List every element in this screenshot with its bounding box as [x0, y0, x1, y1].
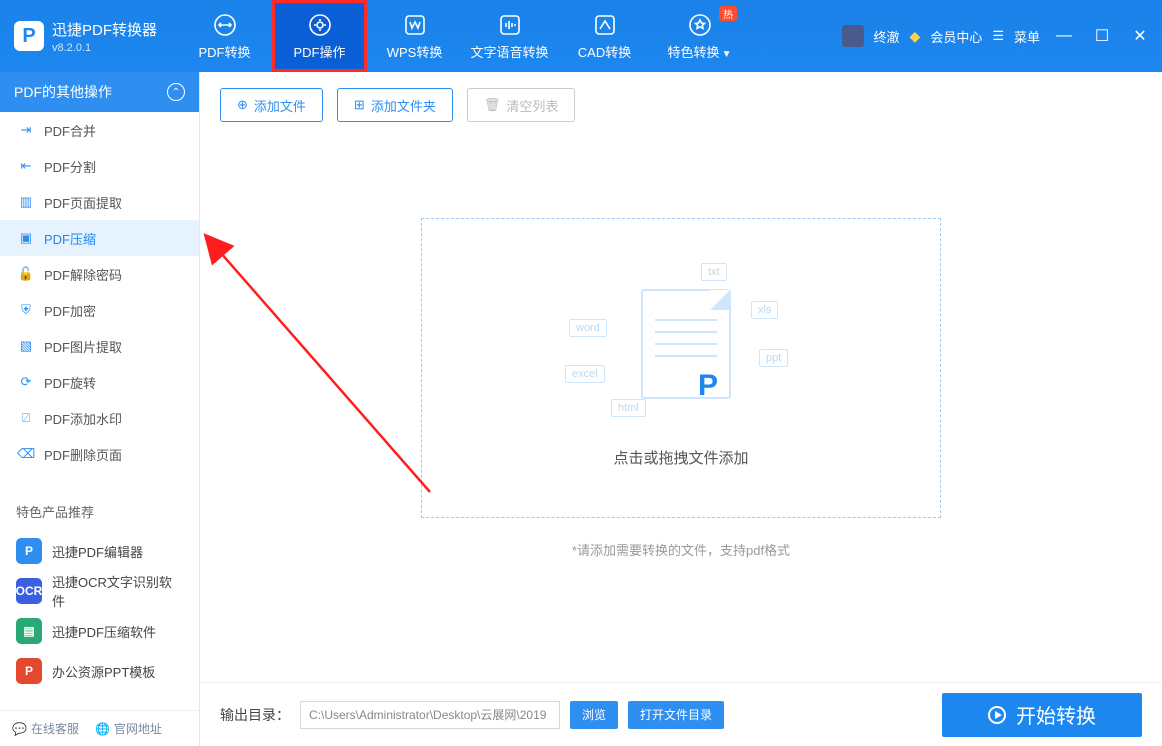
hot-badge: 热 — [719, 6, 737, 21]
drop-zone[interactable]: txt word excel html xls ppt P 点击或拖拽文件添加 — [421, 218, 941, 518]
plus-folder-icon: ⊞ — [354, 97, 365, 113]
sidebar-item-split[interactable]: ⇤PDF分割 — [0, 148, 199, 184]
sidebar-footer: 💬 在线客服 🌐 官网地址 — [0, 710, 199, 746]
pdf-editor-icon: P — [16, 538, 42, 564]
minimize-button[interactable]: ― — [1050, 22, 1078, 50]
plus-file-icon: ⊕ — [237, 97, 248, 113]
extract-icon: ▥ — [18, 194, 34, 210]
dropzone-hint: *请添加需要转换的文件，支持pdf格式 — [572, 540, 790, 559]
sidebar-item-encrypt[interactable]: ⛨PDF加密 — [0, 292, 199, 328]
diamond-icon: ◆ — [910, 28, 921, 45]
promo-compress[interactable]: ▤迅捷PDF压缩软件 — [0, 611, 199, 651]
clear-list-button[interactable]: 🗑清空列表 — [467, 88, 576, 122]
chevron-down-icon: ▼ — [722, 49, 732, 60]
sidebar-item-extract-image[interactable]: ▧PDF图片提取 — [0, 328, 199, 364]
tab-pdf-operate[interactable]: PDF操作 — [272, 0, 367, 72]
p-logo-icon: P — [689, 367, 727, 405]
tab-wps-convert[interactable]: WPS转换 — [367, 0, 462, 72]
nav-tabs: PDF转换 PDF操作 WPS转换 文字语音转换 CAD转换 热 特色转换▼ — [177, 0, 747, 72]
tab-cad-convert[interactable]: CAD转换 — [557, 0, 652, 72]
sidebar-item-unlock[interactable]: 🔓PDF解除密码 — [0, 256, 199, 292]
tab-special-convert[interactable]: 热 特色转换▼ — [652, 0, 747, 72]
dropzone-text: 点击或拖拽文件添加 — [613, 447, 748, 468]
sidebar-item-merge[interactable]: ⇥PDF合并 — [0, 112, 199, 148]
compress-icon: ▣ — [18, 230, 34, 246]
add-folder-button[interactable]: ⊞添加文件夹 — [337, 88, 453, 122]
zip-icon: ▤ — [16, 618, 42, 644]
delete-page-icon: ⌫ — [18, 446, 34, 462]
word-tag: word — [569, 319, 607, 337]
sidebar-item-delete-page[interactable]: ⌫PDF删除页面 — [0, 436, 199, 472]
cad-icon — [592, 12, 618, 38]
app-logo-icon: P — [14, 21, 44, 51]
user-avatar[interactable] — [842, 25, 864, 47]
promo-ppt[interactable]: P办公资源PPT模板 — [0, 651, 199, 691]
add-file-button[interactable]: ⊕添加文件 — [220, 88, 323, 122]
promo-block: 特色产品推荐 P迅捷PDF编辑器 OCR迅捷OCR文字识别软件 ▤迅捷PDF压缩… — [0, 502, 199, 691]
html-tag: html — [611, 399, 646, 417]
image-icon: ▧ — [18, 338, 34, 354]
browse-button[interactable]: 浏览 — [570, 701, 618, 729]
split-icon: ⇤ — [18, 158, 34, 174]
app-header: P 迅捷PDF转换器 v8.2.0.1 PDF转换 PDF操作 WPS转换 文字… — [0, 0, 1162, 72]
promo-pdf-editor[interactable]: P迅捷PDF编辑器 — [0, 531, 199, 571]
vip-center-link[interactable]: 会员中心 — [930, 27, 982, 46]
trash-icon: 🗑 — [484, 97, 501, 113]
xls-tag: xls — [751, 301, 778, 319]
play-icon — [988, 706, 1006, 724]
username[interactable]: 终澈 — [874, 27, 900, 46]
txt-tag: txt — [701, 263, 727, 281]
sidebar-item-extract-page[interactable]: ▥PDF页面提取 — [0, 184, 199, 220]
excel-tag: excel — [565, 365, 605, 383]
gear-icon — [307, 12, 333, 38]
maximize-button[interactable]: ☐ — [1088, 22, 1116, 50]
sidebar-item-watermark[interactable]: ⍁PDF添加水印 — [0, 400, 199, 436]
unlock-icon: 🔓 — [18, 266, 34, 282]
promo-title: 特色产品推荐 — [0, 502, 199, 531]
tab-pdf-convert[interactable]: PDF转换 — [177, 0, 272, 72]
menu-link[interactable]: 菜单 — [1014, 27, 1040, 46]
merge-icon: ⇥ — [18, 122, 34, 138]
sidebar-header[interactable]: PDF的其他操作 ⌃ — [0, 72, 199, 112]
shield-icon: ⛨ — [18, 302, 34, 318]
close-button[interactable]: ✕ — [1126, 22, 1154, 50]
online-service-link[interactable]: 💬 在线客服 — [12, 720, 79, 737]
output-dir-label: 输出目录： — [220, 705, 290, 725]
app-title: 迅捷PDF转换器 — [52, 19, 157, 40]
ocr-icon: OCR — [16, 578, 42, 604]
menu-icon: ☰ — [992, 28, 1004, 44]
bottom-bar: 输出目录： 浏览 打开文件目录 开始转换 — [200, 682, 1162, 746]
wps-icon — [402, 12, 428, 38]
sidebar: PDF的其他操作 ⌃ ⇥PDF合并 ⇤PDF分割 ▥PDF页面提取 ▣PDF压缩… — [0, 72, 200, 746]
star-icon — [687, 12, 713, 38]
main-panel: ⊕添加文件 ⊞添加文件夹 🗑清空列表 txt word excel html x… — [200, 72, 1162, 746]
watermark-icon: ⍁ — [18, 410, 34, 426]
ppt-tag: ppt — [759, 349, 788, 367]
sidebar-item-rotate[interactable]: ⟳PDF旋转 — [0, 364, 199, 400]
header-right: 终澈 ◆ 会员中心 ☰ 菜单 ― ☐ ✕ — [842, 0, 1154, 72]
sidebar-item-compress[interactable]: ▣PDF压缩 — [0, 220, 199, 256]
open-dir-button[interactable]: 打开文件目录 — [628, 701, 724, 729]
app-version: v8.2.0.1 — [52, 42, 157, 54]
start-convert-button[interactable]: 开始转换 — [942, 693, 1142, 737]
chevron-up-icon: ⌃ — [167, 83, 185, 101]
dropzone-illustration: txt word excel html xls ppt P — [551, 269, 811, 429]
tab-text-audio[interactable]: 文字语音转换 — [462, 0, 557, 72]
promo-ocr[interactable]: OCR迅捷OCR文字识别软件 — [0, 571, 199, 611]
output-dir-input[interactable] — [300, 701, 560, 729]
toolbar: ⊕添加文件 ⊞添加文件夹 🗑清空列表 — [200, 72, 1162, 138]
ppt-icon: P — [16, 658, 42, 684]
app-logo-block: P 迅捷PDF转换器 v8.2.0.1 — [0, 19, 171, 54]
audio-icon — [497, 12, 523, 38]
swap-icon — [212, 12, 238, 38]
official-site-link[interactable]: 🌐 官网地址 — [95, 720, 162, 737]
rotate-icon: ⟳ — [18, 374, 34, 390]
